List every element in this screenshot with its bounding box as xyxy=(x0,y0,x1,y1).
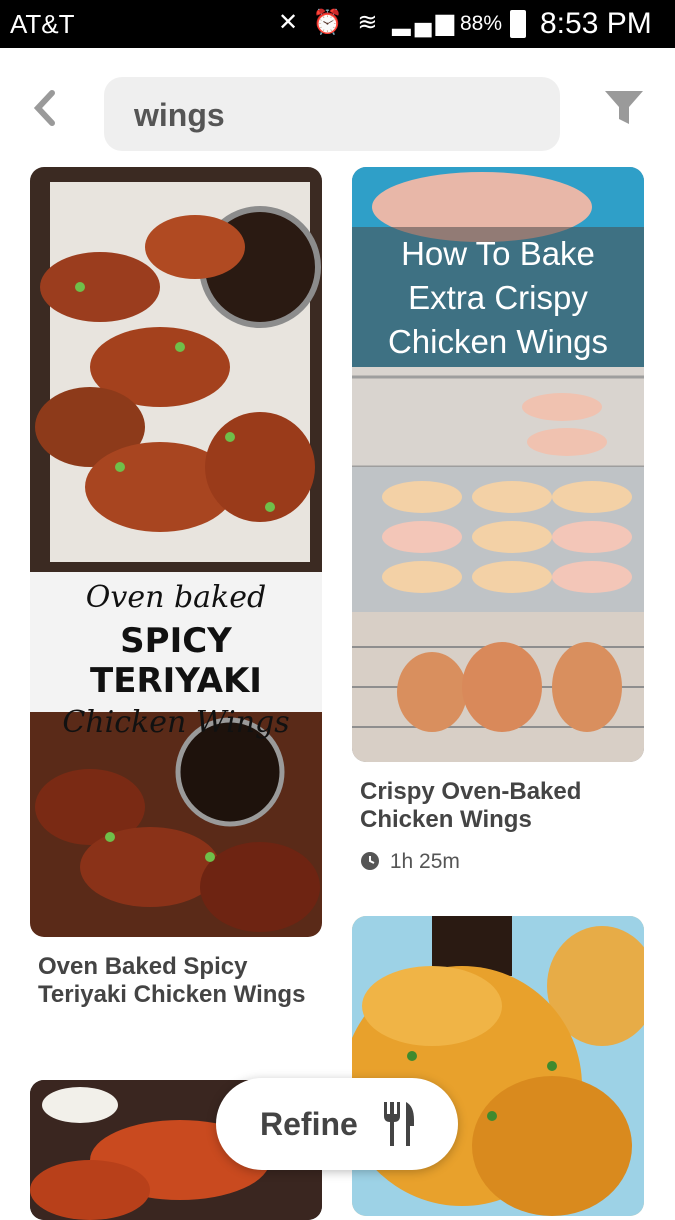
status-time: 8:53 PM xyxy=(540,7,652,40)
pin-image-teriyaki[interactable]: Oven baked SPICY TERIYAKI Chicken Wings xyxy=(30,167,322,937)
search-header: wings xyxy=(0,48,675,166)
fork-knife-icon xyxy=(384,1102,414,1146)
back-icon[interactable] xyxy=(28,88,62,128)
carrier-label: AT&T xyxy=(10,9,75,39)
cook-time-label: 1h 25m xyxy=(389,850,460,873)
pin-image-crispy[interactable]: How To Bake Extra Crispy Chicken Wings xyxy=(352,167,644,762)
clock-icon xyxy=(361,852,379,870)
search-query: wings xyxy=(134,97,225,133)
honey-wings-photo xyxy=(352,916,644,1216)
teriyaki-wings-photo xyxy=(30,167,322,937)
battery-icon xyxy=(510,10,526,38)
pin-image-overlay-text: Oven baked SPICY TERIYAKI Chicken Wings xyxy=(62,580,290,740)
status-bar: AT&T ✕ ⏰ ≋ ▂▄▆ 88% 8:53 PM xyxy=(0,0,675,48)
pin-title[interactable]: Crispy Oven-Baked Chicken Wings xyxy=(360,778,630,834)
status-icons: ✕ ⏰ ≋ ▂▄▆ xyxy=(278,9,459,36)
battery-percent: 88% xyxy=(460,12,503,35)
refine-label: Refine xyxy=(260,1106,358,1142)
refine-button[interactable]: Refine xyxy=(216,1078,458,1170)
pin-title[interactable]: Oven Baked Spicy Teriyaki Chicken Wings xyxy=(38,953,308,1009)
pin-image-honey-wings[interactable] xyxy=(352,916,644,1216)
pin-image-overlay-text: How To Bake Extra Crispy Chicken Wings xyxy=(387,235,609,360)
search-input[interactable]: wings xyxy=(104,77,560,151)
filter-icon[interactable] xyxy=(603,88,645,128)
cook-time: 1h 25m xyxy=(360,850,460,874)
